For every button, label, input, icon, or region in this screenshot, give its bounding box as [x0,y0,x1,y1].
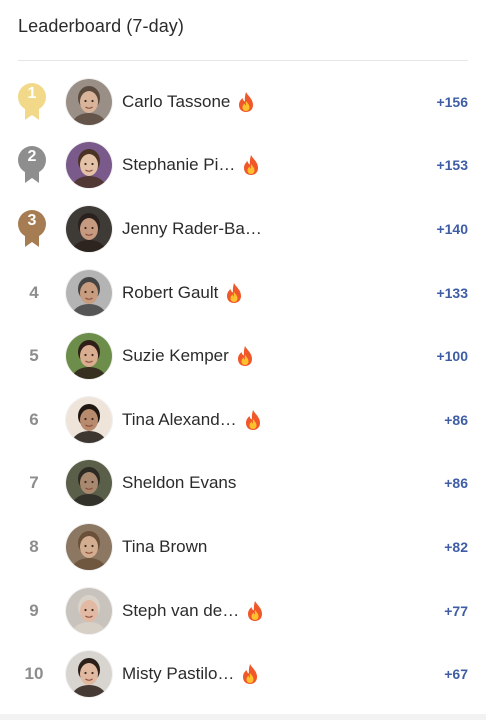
user-name-group: Jenny Rader-Ba… [122,219,262,239]
user-name-group: Stephanie Pi… [122,154,261,176]
rank-indicator: 5 [12,334,56,378]
rank-indicator: 7 [12,461,56,505]
score-value: +67 [444,666,468,683]
user-name[interactable]: Tina Alexand… [122,410,237,430]
score-value: +100 [436,348,468,365]
score-value: +133 [436,284,468,301]
rank-number: 5 [29,346,39,366]
rank-indicator: 10 [12,652,56,696]
silver-medal-icon: 2 [17,145,51,185]
rank-indicator: 2 [12,143,56,187]
user-name[interactable]: Stephanie Pi… [122,155,235,175]
avatar[interactable] [66,269,112,316]
fire-streak-icon [245,600,265,622]
leaderboard-row[interactable]: 10 Misty Pastilo… +67 [0,642,486,706]
rank-number: 6 [29,409,39,429]
user-name[interactable]: Misty Pastilo… [122,664,234,684]
score-value: +153 [436,157,468,174]
rank-number: 4 [29,282,39,302]
avatar[interactable] [66,651,112,698]
gold-medal-icon: 1 [17,82,51,122]
fire-streak-icon [235,345,255,367]
leaderboard-row[interactable]: 7 Sheldon Evans +86 [0,452,486,516]
rank-number: 10 [24,664,44,684]
leaderboard-row[interactable]: 5 Suzie Kemper +100 [0,324,486,388]
rank-number: 1 [27,84,37,102]
header-divider [18,60,468,61]
user-name[interactable]: Jenny Rader-Ba… [122,219,262,239]
user-name-group: Suzie Kemper [122,345,255,367]
leaderboard-row[interactable]: 8 Tina Brown +82 [0,515,486,579]
user-name-group: Carlo Tassone [122,91,256,113]
leaderboard-row[interactable]: 1 Carlo Tassone +156 [0,70,486,134]
leaderboard-row[interactable]: 6 Tina Alexand… +86 [0,388,486,452]
rank-number: 7 [29,473,39,493]
rank-number: 2 [27,148,37,166]
leaderboard-row[interactable]: 3 Jenny Rader-Ba… +140 [0,197,486,261]
bottom-edge [0,714,486,720]
avatar[interactable] [66,78,112,125]
user-name-group: Sheldon Evans [122,473,236,493]
user-name[interactable]: Sheldon Evans [122,473,236,493]
user-name[interactable]: Tina Brown [122,537,207,557]
user-name-group: Misty Pastilo… [122,663,260,685]
bronze-medal-icon: 3 [17,209,51,249]
page-title: Leaderboard (7-day) [18,16,185,36]
user-name[interactable]: Suzie Kemper [122,346,229,366]
rank-indicator: 3 [12,207,56,251]
rank-number: 8 [29,536,39,556]
leaderboard-row[interactable]: 9 Steph van de… +77 [0,579,486,643]
avatar[interactable] [66,142,112,189]
rank-indicator: 8 [12,525,56,569]
avatar[interactable] [66,587,112,634]
leaderboard-list: 1 Carlo Tassone +156 2 Stephanie Pi… +153 3 Jen… [0,70,486,706]
rank-number: 9 [29,600,39,620]
rank-indicator: 6 [12,398,56,442]
fire-streak-icon [241,154,261,176]
score-value: +86 [444,411,468,428]
rank-indicator: 4 [12,271,56,315]
user-name[interactable]: Robert Gault [122,283,218,303]
avatar[interactable] [66,460,112,507]
avatar[interactable] [66,523,112,570]
user-name-group: Steph van de… [122,600,265,622]
user-name[interactable]: Carlo Tassone [122,92,230,112]
fire-streak-icon [224,282,244,304]
leaderboard-row[interactable]: 2 Stephanie Pi… +153 [0,134,486,198]
avatar[interactable] [66,396,112,443]
rank-indicator: 9 [12,589,56,633]
user-name-group: Tina Brown [122,537,207,557]
fire-streak-icon [243,409,263,431]
user-name[interactable]: Steph van de… [122,601,239,621]
leaderboard-row[interactable]: 4 Robert Gault +133 [0,261,486,325]
score-value: +156 [436,93,468,110]
score-value: +140 [436,220,468,237]
user-name-group: Tina Alexand… [122,409,263,431]
avatar[interactable] [66,205,112,252]
fire-streak-icon [236,91,256,113]
avatar[interactable] [66,333,112,380]
score-value: +86 [444,475,468,492]
score-value: +77 [444,602,468,619]
rank-indicator: 1 [12,80,56,124]
rank-number: 3 [27,211,37,229]
fire-streak-icon [240,663,260,685]
score-value: +82 [444,538,468,555]
user-name-group: Robert Gault [122,282,244,304]
